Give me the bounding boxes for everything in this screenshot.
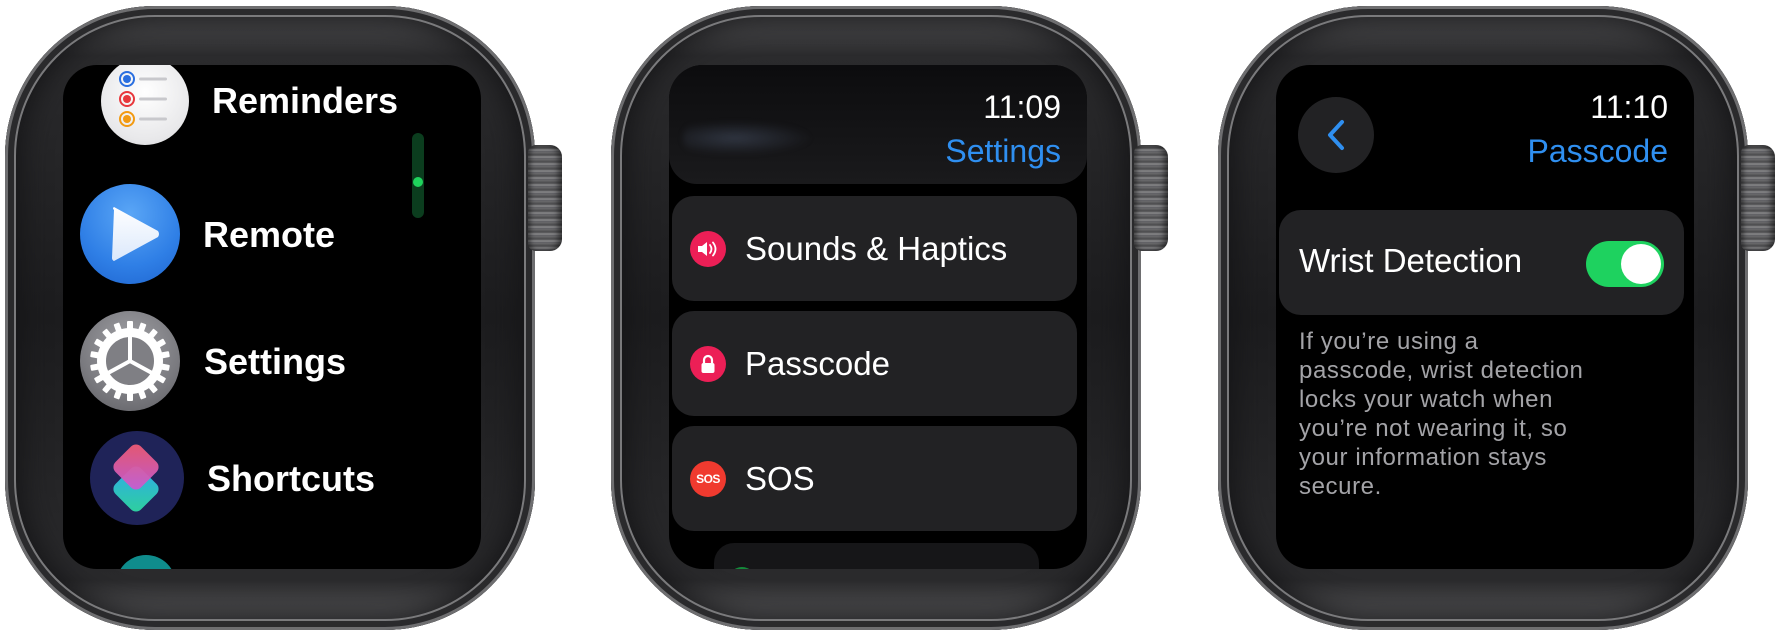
app-item-settings[interactable]: Settings [63, 307, 481, 411]
toggle-knob [1621, 244, 1661, 284]
sos-icon: SOS [690, 461, 726, 497]
app-item-shortcuts[interactable]: Shortcuts [63, 427, 481, 527]
scroll-indicator-thumb[interactable] [413, 177, 423, 187]
settings-item-label: Sounds & Haptics [745, 230, 1008, 267]
settings-item-label: Passcode [745, 345, 890, 382]
clock-time: 11:09 [983, 89, 1061, 125]
settings-item-partial[interactable] [714, 543, 1039, 569]
watch-screen: 11:09 Settings Sounds & Haptics Passcode… [669, 65, 1087, 569]
settings-item-passcode[interactable]: Passcode [672, 311, 1077, 416]
watch-settings: 11:09 Settings Sounds & Haptics Passcode… [611, 6, 1168, 630]
watch-screen: Reminders Remote Settings Shortcuts [63, 65, 481, 569]
wrist-detection-description: If you’re using a passcode, wrist detect… [1299, 328, 1584, 500]
watch-app-list: Reminders Remote Settings Shortcuts [5, 6, 562, 630]
digital-crown[interactable] [1741, 145, 1775, 251]
chevron-left-icon [1328, 120, 1344, 150]
nav-header: 11:09 Settings [669, 65, 1087, 184]
wrist-detection-toggle[interactable] [1586, 241, 1664, 287]
scroll-indicator[interactable] [412, 133, 424, 218]
partial-item-icon [728, 567, 756, 569]
toggle-label: Wrist Detection [1299, 242, 1523, 279]
app-label: Remote [203, 214, 336, 255]
page-title: Settings [945, 133, 1061, 169]
header-blur [683, 121, 813, 155]
clock-time: 11:10 [1590, 89, 1668, 125]
settings-item-label: SOS [745, 460, 815, 497]
back-button[interactable] [1298, 97, 1374, 173]
watch-passcode: 11:10 Passcode Wrist Detection If you’re… [1218, 6, 1775, 630]
settings-item-sos[interactable]: SOS SOS [672, 426, 1077, 531]
app-label: Reminders [212, 80, 399, 121]
app-label: Settings [204, 341, 347, 382]
remote-play-icon [80, 184, 180, 284]
wrist-detection-row[interactable]: Wrist Detection [1279, 210, 1684, 315]
page-title: Passcode [1527, 133, 1668, 169]
digital-crown[interactable] [528, 145, 562, 251]
digital-crown[interactable] [1134, 145, 1168, 251]
partial-app-icon [116, 555, 176, 569]
settings-gear-icon [80, 311, 180, 411]
settings-item-sounds-haptics[interactable]: Sounds & Haptics [672, 196, 1077, 301]
shortcuts-icon [90, 431, 184, 525]
reminders-icon [101, 65, 189, 145]
watch-screen: 11:10 Passcode Wrist Detection If you’re… [1276, 65, 1694, 569]
lock-icon [690, 346, 726, 382]
app-label: Shortcuts [207, 458, 376, 499]
sos-icon-text: SOS [696, 472, 720, 486]
speaker-icon [690, 231, 726, 267]
